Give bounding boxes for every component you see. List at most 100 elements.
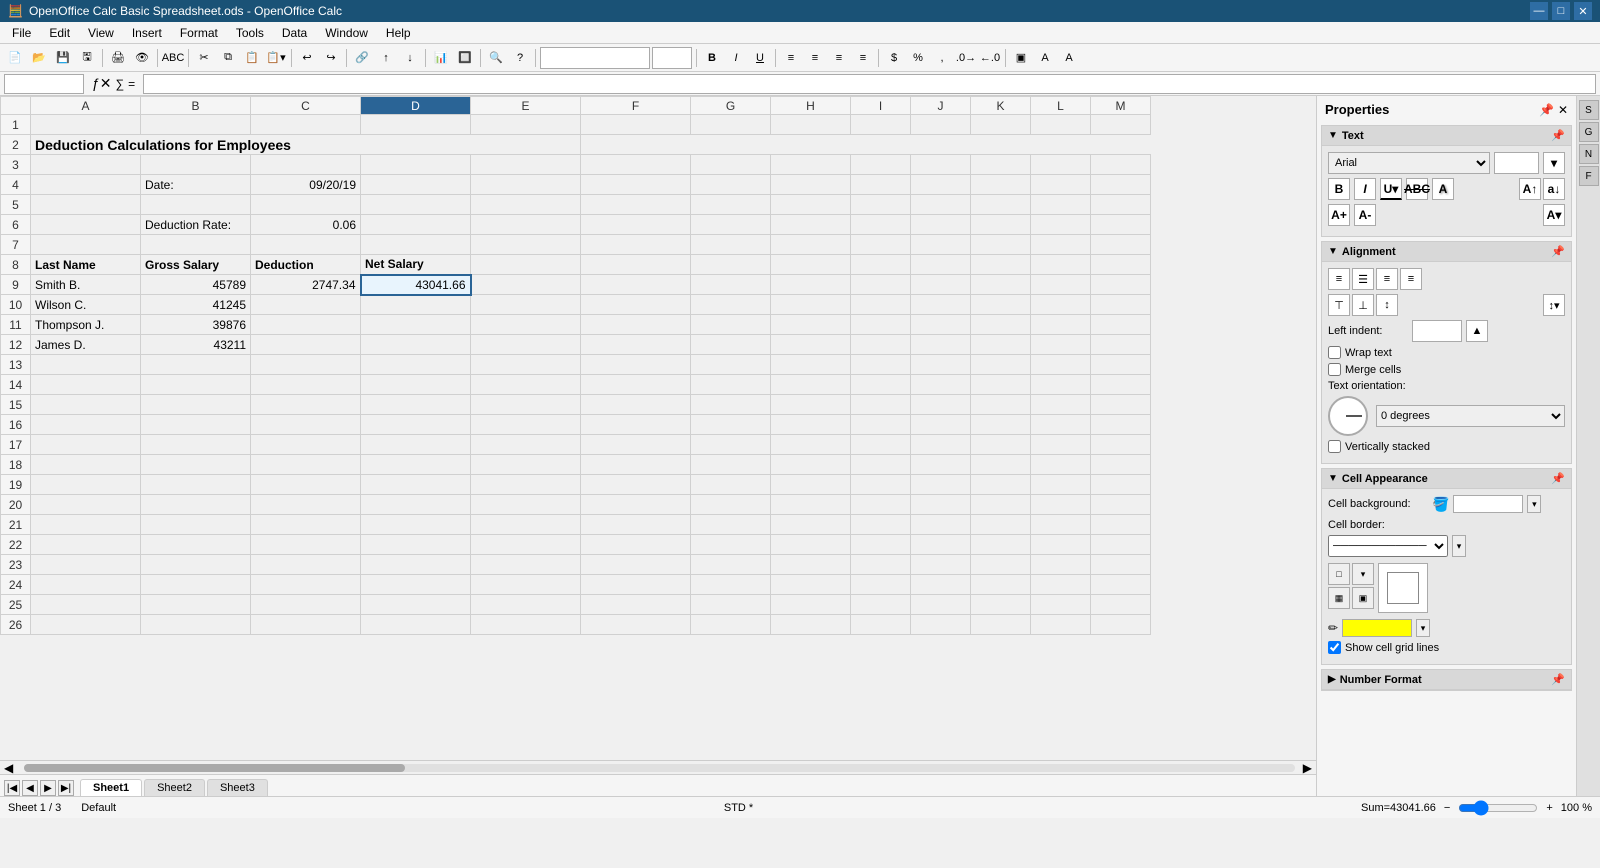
border-line-select[interactable]: ──────────── [1328, 535, 1448, 557]
cell-L16[interactable] [1031, 415, 1091, 435]
cell-C4[interactable]: 09/20/19 [251, 175, 361, 195]
percent-btn[interactable]: % [907, 47, 929, 69]
alignment-section-pin[interactable]: 📌 [1551, 245, 1565, 258]
cell-G17[interactable] [691, 435, 771, 455]
cell-G12[interactable] [691, 335, 771, 355]
cell-C3[interactable] [251, 155, 361, 175]
cell-K21[interactable] [971, 515, 1031, 535]
save-as-btn[interactable]: 🖫 [76, 47, 98, 69]
cell-G24[interactable] [691, 575, 771, 595]
cell-A5[interactable] [31, 195, 141, 215]
cell-H26[interactable] [771, 615, 851, 635]
cell-K24[interactable] [971, 575, 1031, 595]
minimize-button[interactable]: — [1530, 2, 1548, 20]
cell-A25[interactable] [31, 595, 141, 615]
cell-A9[interactable]: Smith B. [31, 275, 141, 295]
zoom-btn[interactable]: 🔍 [485, 47, 507, 69]
row-header-7[interactable]: 7 [1, 235, 31, 255]
cell-F10[interactable] [581, 295, 691, 315]
cell-E11[interactable] [471, 315, 581, 335]
cell-D13[interactable] [361, 355, 471, 375]
cell-B12[interactable]: 43211 [141, 335, 251, 355]
cell-J7[interactable] [911, 235, 971, 255]
cell-G16[interactable] [691, 415, 771, 435]
cell-L18[interactable] [1031, 455, 1091, 475]
cell-G15[interactable] [691, 395, 771, 415]
cell-L12[interactable] [1031, 335, 1091, 355]
sidebar-gallery-icon[interactable]: G [1579, 122, 1599, 142]
cell-M23[interactable] [1091, 555, 1151, 575]
cell-C1[interactable] [251, 115, 361, 135]
currency-btn[interactable]: $ [883, 47, 905, 69]
menu-tools[interactable]: Tools [228, 24, 272, 42]
prop-italic-btn[interactable]: I [1354, 178, 1376, 200]
cell-F26[interactable] [581, 615, 691, 635]
cell-H19[interactable] [771, 475, 851, 495]
cell-F13[interactable] [581, 355, 691, 375]
cell-H24[interactable] [771, 575, 851, 595]
cell-H13[interactable] [771, 355, 851, 375]
horizontal-scrollbar[interactable]: ◀ ▶ [0, 760, 1316, 774]
cell-I12[interactable] [851, 335, 911, 355]
menu-insert[interactable]: Insert [124, 24, 170, 42]
cell-G11[interactable] [691, 315, 771, 335]
cell-H23[interactable] [771, 555, 851, 575]
cell-B21[interactable] [141, 515, 251, 535]
cell-I23[interactable] [851, 555, 911, 575]
save-btn[interactable]: 💾 [52, 47, 74, 69]
align-right-btn[interactable]: ≡ [828, 47, 850, 69]
cell-K12[interactable] [971, 335, 1031, 355]
cell-G10[interactable] [691, 295, 771, 315]
border-color-dropdown-btn[interactable]: ▾ [1416, 619, 1430, 637]
cell-M25[interactable] [1091, 595, 1151, 615]
cell-J23[interactable] [911, 555, 971, 575]
border-none-btn[interactable]: □ [1328, 563, 1350, 585]
cell-H25[interactable] [771, 595, 851, 615]
cell-I11[interactable] [851, 315, 911, 335]
scroll-wrapper[interactable]: A B C D E F G H I J K L M [0, 96, 1316, 760]
cell-M13[interactable] [1091, 355, 1151, 375]
prop-section-cell-appearance-header[interactable]: ▼ Cell Appearance 📌 [1322, 469, 1571, 489]
zoom-out-icon[interactable]: − [1444, 802, 1450, 814]
redo-btn[interactable]: ↪ [320, 47, 342, 69]
italic-btn[interactable]: I [725, 47, 747, 69]
cell-I8[interactable] [851, 255, 911, 275]
open-btn[interactable]: 📂 [28, 47, 50, 69]
chart-btn[interactable]: 📊 [430, 47, 452, 69]
cell-J17[interactable] [911, 435, 971, 455]
row-header-16[interactable]: 16 [1, 415, 31, 435]
valign-top-btn[interactable]: ⊤ [1328, 294, 1350, 316]
cell-H15[interactable] [771, 395, 851, 415]
cell-L22[interactable] [1031, 535, 1091, 555]
cell-F3[interactable] [581, 155, 691, 175]
cell-I6[interactable] [851, 215, 911, 235]
cell-G9[interactable] [691, 275, 771, 295]
border-box-editor[interactable] [1378, 563, 1428, 613]
cell-G26[interactable] [691, 615, 771, 635]
prop-strikethrough-btn[interactable]: ABC [1406, 178, 1428, 200]
cell-M3[interactable] [1091, 155, 1151, 175]
border-all-btn[interactable]: ▦ [1328, 587, 1350, 609]
cell-G19[interactable] [691, 475, 771, 495]
cell-F16[interactable] [581, 415, 691, 435]
cell-C20[interactable] [251, 495, 361, 515]
cell-B23[interactable] [141, 555, 251, 575]
cell-L25[interactable] [1031, 595, 1091, 615]
cell-G23[interactable] [691, 555, 771, 575]
cell-B20[interactable] [141, 495, 251, 515]
cell-A4[interactable] [31, 175, 141, 195]
row-header-18[interactable]: 18 [1, 455, 31, 475]
cell-L26[interactable] [1031, 615, 1091, 635]
cell-K22[interactable] [971, 535, 1031, 555]
cell-D10[interactable] [361, 295, 471, 315]
cell-I14[interactable] [851, 375, 911, 395]
cell-J1[interactable] [911, 115, 971, 135]
cell-K7[interactable] [971, 235, 1031, 255]
prop-shadow-btn[interactable]: A [1432, 178, 1454, 200]
cell-B14[interactable] [141, 375, 251, 395]
cell-F12[interactable] [581, 335, 691, 355]
cell-E3[interactable] [471, 155, 581, 175]
cell-B15[interactable] [141, 395, 251, 415]
prop-section-text-header[interactable]: ▼ Text 📌 [1322, 126, 1571, 146]
sheet-nav-prev[interactable]: ◀ [22, 780, 38, 796]
